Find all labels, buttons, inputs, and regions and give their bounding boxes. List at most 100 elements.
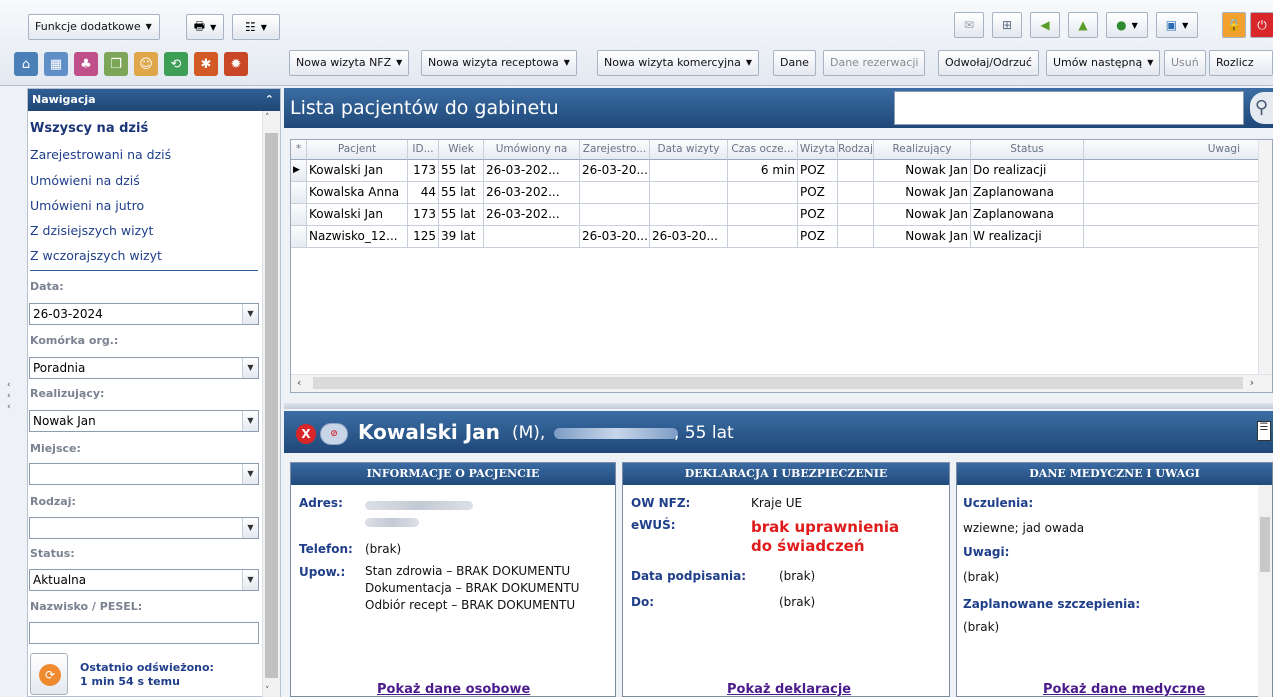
column-header[interactable]: Pacjent [307,140,408,160]
table-cell[interactable] [1084,204,1259,226]
scroll-thumb[interactable] [265,133,278,678]
show-medical-data-link[interactable]: Pokaż dane medyczne [1043,682,1205,697]
settle-button[interactable]: Rozlicz [1209,50,1273,76]
row-selector[interactable] [291,182,307,204]
column-header[interactable]: ID... [408,140,439,160]
current-row-indicator-icon[interactable]: ▶ [291,160,307,182]
column-header[interactable]: Data wizyty [650,140,728,160]
table-cell[interactable]: 125 [408,226,439,248]
table-cell[interactable]: 6 min [728,160,798,182]
type-select[interactable]: ▼ [29,517,259,539]
show-personal-data-link[interactable]: Pokaż dane osobowe [377,682,530,697]
new-visit-commercial-button[interactable]: Nowa wizyta komercyjna ▼ [597,50,760,76]
column-header[interactable]: Rodzaj [838,140,874,160]
refresh-button[interactable]: ⟳ [30,653,68,695]
table-cell[interactable]: 26-03-20... [580,226,650,248]
table-cell[interactable]: 55 lat [439,204,484,226]
home-icon[interactable]: ⌂ [14,52,38,76]
monitor-icon[interactable]: ▣ ▼ [1156,12,1198,38]
additional-functions-button[interactable]: Funkcje dodatkowe ▼ [28,14,160,40]
search-icon[interactable]: ⚲ [1250,92,1273,124]
table-cell[interactable]: POZ [798,204,838,226]
column-header[interactable]: Wiek [439,140,484,160]
table-cell[interactable]: Kowalski Jan [307,160,408,182]
table-cell[interactable]: POZ [798,182,838,204]
grid-horizontal-scrollbar[interactable]: ‹ › [291,374,1272,392]
table-cell[interactable]: Nowak Jan [874,160,971,182]
show-declarations-link[interactable]: Pokaż deklaracje [727,682,851,697]
table-cell[interactable] [838,182,874,204]
nav-item-registered-today[interactable]: Zarejestrowani na dziś [30,147,171,162]
reservation-data-button[interactable]: Dane rezerwacji [823,50,926,76]
sidebar-scrollbar[interactable]: ˄ ˅ [262,111,280,697]
list-search-input[interactable] [894,91,1244,125]
panel-scrollbar[interactable] [1258,485,1272,697]
table-cell[interactable] [1084,182,1259,204]
nav-item-scheduled-today[interactable]: Umówieni na dziś [30,173,140,188]
table-cell[interactable]: Kowalska Anna [307,182,408,204]
column-header[interactable]: Uwagi [1084,140,1259,160]
up-arrow-icon[interactable]: ▲ [1068,12,1098,38]
table-cell[interactable]: W realizacji [971,226,1084,248]
mail-icon[interactable]: ✉ [954,12,984,38]
table-cell[interactable]: 26-03-20... [650,226,728,248]
columns-icon[interactable]: ☷ ▼ [232,14,280,40]
table-cell[interactable] [650,182,728,204]
date-field[interactable]: 26-03-2024 ▼ [29,303,259,325]
power-icon[interactable]: ⏻ [1250,12,1273,38]
nav-item-scheduled-tomorrow[interactable]: Umówieni na jutro [30,198,144,213]
doctor-icon[interactable]: ☺ [134,52,158,76]
table-cell[interactable]: 26-03-202... [484,204,580,226]
settings-gear-icon[interactable]: ✹ [224,52,248,76]
table-cell[interactable] [650,204,728,226]
table-cell[interactable]: 55 lat [439,182,484,204]
column-header[interactable]: Czas ocze... [728,140,798,160]
row-selector[interactable] [291,204,307,226]
table-cell[interactable]: Do realizacji [971,160,1084,182]
close-icon[interactable]: X [296,424,316,444]
table-cell[interactable] [580,182,650,204]
new-visit-nfz-button[interactable]: Nowa wizyta NFZ ▼ [289,50,410,76]
print-icon[interactable]: 🖶 ▼ [186,14,224,40]
table-cell[interactable]: POZ [798,160,838,182]
name-pesel-input[interactable] [29,622,259,644]
table-cell[interactable]: Nowak Jan [874,204,971,226]
table-cell[interactable]: POZ [798,226,838,248]
nav-item-all-today[interactable]: Wszyscy na dziś [30,121,148,136]
collapse-arrows-icon[interactable]: ‹ ‹ ‹ [7,380,11,413]
table-cell[interactable] [1084,226,1259,248]
table-cell[interactable] [650,160,728,182]
org-unit-select[interactable]: Poradnia ▼ [29,357,259,379]
table-cell[interactable]: 26-03-20... [580,160,650,182]
calendar-icon[interactable]: ▦ [44,52,68,76]
table-cell[interactable]: 26-03-202... [484,182,580,204]
grid-vertical-scrollbar[interactable] [1258,140,1272,374]
table-cell[interactable] [580,204,650,226]
table-cell[interactable]: Zaplanowana [971,204,1084,226]
back-arrow-icon[interactable]: ◀ [1030,12,1060,38]
new-visit-prescription-button[interactable]: Nowa wizyta receptowa ▼ [421,50,577,76]
table-cell[interactable]: 39 lat [439,226,484,248]
table-cell[interactable]: Nazwisko_12... [307,226,408,248]
column-header[interactable]: Status [971,140,1084,160]
documents-icon[interactable]: ❐ [104,52,128,76]
column-header[interactable]: * [291,140,307,160]
help-icon[interactable]: ● ▼ [1106,12,1148,38]
expand-icon[interactable]: ☰ [1257,421,1271,441]
column-header[interactable]: Wizyta [798,140,838,160]
table-cell[interactable] [484,226,580,248]
table-cell[interactable] [728,204,798,226]
status-select[interactable]: Aktualna ▼ [29,569,259,591]
table-cell[interactable] [728,226,798,248]
table-cell[interactable]: Zaplanowana [971,182,1084,204]
nav-item-from-yesterday-visits[interactable]: Z wczorajszych wizyt [30,248,162,263]
data-button[interactable]: Dane [773,50,816,76]
table-cell[interactable] [728,182,798,204]
network-icon[interactable]: ⊞ [992,12,1022,38]
column-header[interactable]: Realizujący [874,140,971,160]
table-cell[interactable] [1084,160,1259,182]
splitter[interactable] [284,403,1273,409]
id-card-icon[interactable]: ⊘ [320,423,348,445]
table-cell[interactable] [838,226,874,248]
virus-icon[interactable]: ✱ [194,52,218,76]
